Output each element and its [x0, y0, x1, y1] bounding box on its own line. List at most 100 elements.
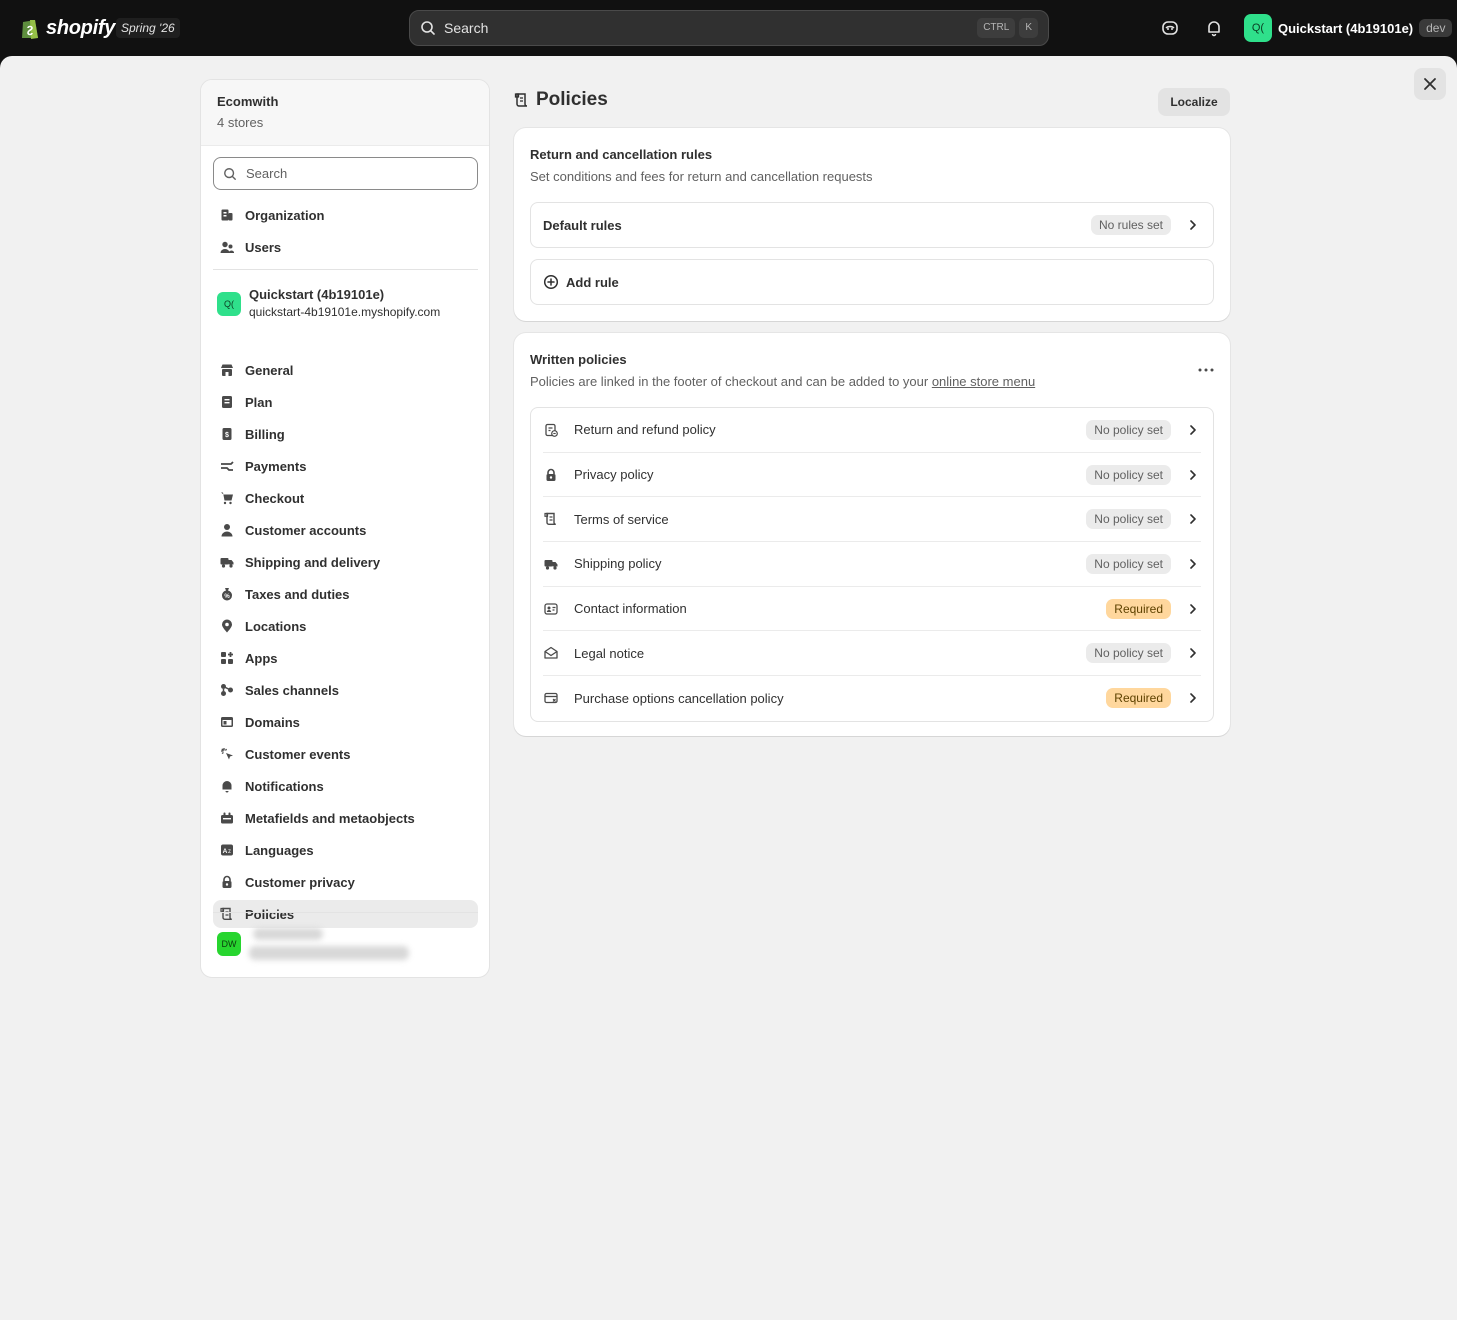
policy-list: Return and refund policy No policy set Pri…: [530, 407, 1214, 722]
organization-header[interactable]: Ecomwith 4 stores: [201, 80, 489, 146]
status-badge: Required: [1106, 598, 1171, 619]
sidebar-item-payments[interactable]: Payments: [213, 452, 478, 480]
sidebar-divider: [213, 912, 478, 913]
ellipsis-icon: [1198, 368, 1214, 372]
sidekick-icon: [1162, 21, 1178, 35]
chevron-right-icon: [1185, 511, 1201, 527]
sidebar-item-label: Users: [245, 239, 282, 255]
sidebar-item-plan[interactable]: Plan: [213, 388, 478, 416]
notifications-button[interactable]: [1202, 16, 1226, 40]
search-placeholder: Search: [246, 166, 288, 181]
users-icon: [219, 239, 235, 255]
policy-row-purchase-options-cancellation-policy[interactable]: Purchase options cancellation policy Requ…: [543, 676, 1201, 721]
person-icon: [219, 522, 235, 538]
policy-row-return-and-refund-policy[interactable]: Return and refund policy No policy set: [543, 408, 1201, 453]
location-icon: [219, 618, 235, 634]
global-search-input[interactable]: Search CTRL K: [409, 10, 1049, 46]
policy-row-terms-of-service[interactable]: Terms of service No policy set: [543, 497, 1201, 543]
env-badge: dev: [1419, 19, 1453, 37]
sidebar-item-languages[interactable]: Az Languages: [213, 836, 478, 864]
redacted-store-info: [249, 928, 409, 960]
sidebar-item-shipping-and-delivery[interactable]: Shipping and delivery: [213, 548, 478, 576]
sidebar-item-sales-channels[interactable]: Sales channels: [213, 676, 478, 704]
policy-label: Privacy policy: [574, 467, 654, 483]
policies-icon: [514, 93, 528, 107]
store-url: quickstart-4b19101e.myshopify.com: [249, 305, 441, 319]
store-avatar: DW: [217, 932, 241, 956]
policy-label: Purchase options cancellation policy: [574, 690, 784, 706]
sidebar-item-users[interactable]: Users: [213, 233, 478, 261]
store-count: 4 stores: [217, 115, 264, 130]
sidebar-item-label: Languages: [245, 842, 314, 858]
status-badge: No policy set: [1086, 464, 1171, 485]
sidebar-item-label: Billing: [245, 426, 285, 442]
status-badge: No policy set: [1086, 509, 1171, 530]
sidebar-item-customer-privacy[interactable]: Customer privacy: [213, 868, 478, 896]
settings-sidebar: Ecomwith 4 stores Search Organization Us…: [200, 79, 490, 978]
close-settings-button[interactable]: [1414, 68, 1446, 100]
more-actions-button[interactable]: [1194, 360, 1218, 380]
add-rule-button[interactable]: Add rule: [530, 259, 1214, 305]
svg-text:%: %: [224, 594, 230, 600]
policies-icon: [543, 511, 559, 527]
localize-button[interactable]: Localize: [1158, 88, 1230, 116]
policy-row-privacy-policy[interactable]: Privacy policy No policy set: [543, 453, 1201, 498]
sidebar-item-notifications[interactable]: Notifications: [213, 772, 478, 800]
store-icon: [219, 362, 235, 378]
language-icon: Az: [219, 842, 235, 858]
sidebar-item-locations[interactable]: Locations: [213, 612, 478, 640]
billing-icon: $: [219, 426, 235, 442]
logo-wordmark: shopify: [46, 16, 116, 39]
policy-label: Legal notice: [574, 645, 645, 661]
truck-icon: [219, 554, 235, 570]
online-store-menu-link[interactable]: online store menu: [932, 374, 1035, 389]
sidebar-item-policies[interactable]: Policies: [213, 900, 478, 928]
status-badge: No rules set: [1090, 215, 1171, 235]
store-avatar: Q(: [1244, 14, 1272, 42]
current-store[interactable]: Q( Quickstart (4b19101e) quickstart-4b19…: [217, 287, 440, 319]
default-rules-row[interactable]: Default rules No rules set: [530, 202, 1214, 248]
sidebar-item-taxes-and-duties[interactable]: % Taxes and duties: [213, 580, 478, 608]
metafields-icon: [219, 810, 235, 826]
policy-label: Terms of service: [574, 511, 669, 527]
shopify-logo[interactable]: shopify: [20, 14, 115, 42]
cart-icon: [219, 490, 235, 506]
sidebar-item-customer-events[interactable]: Customer events: [213, 740, 478, 768]
sidebar-item-customer-accounts[interactable]: Customer accounts: [213, 516, 478, 544]
sidebar-item-checkout[interactable]: Checkout: [213, 484, 478, 512]
policies-icon: [219, 906, 235, 922]
card-title: Written policies: [530, 352, 627, 367]
sidebar-item-organization[interactable]: Organization: [213, 201, 478, 229]
sidebar-item-general[interactable]: General: [213, 356, 478, 384]
policy-row-legal-notice[interactable]: Legal notice No policy set: [543, 631, 1201, 677]
settings-modal: Ecomwith 4 stores Search Organization Us…: [0, 56, 1457, 1320]
status-badge: No policy set: [1086, 643, 1171, 664]
policy-row-shipping-policy[interactable]: Shipping policy No policy set: [543, 542, 1201, 587]
chevron-right-icon: [1185, 556, 1201, 572]
store-switcher[interactable]: Q( Quickstart (4b19101e) dev: [1244, 14, 1453, 42]
organization-name: Ecomwith: [217, 94, 279, 109]
sidebar-item-billing[interactable]: $ Billing: [213, 420, 478, 448]
other-store[interactable]: DW: [217, 928, 409, 960]
events-icon: [219, 746, 235, 762]
chevron-right-icon: [1185, 422, 1201, 438]
domains-icon: [219, 714, 235, 730]
sidebar-item-domains[interactable]: Domains: [213, 708, 478, 736]
plus-circle-icon: [543, 274, 559, 290]
default-rules-label: Default rules: [543, 217, 622, 233]
chevron-right-icon: [1185, 217, 1201, 233]
close-icon: [1424, 78, 1436, 90]
svg-text:$: $: [225, 432, 229, 439]
sidekick-button[interactable]: [1158, 16, 1182, 40]
sidebar-item-metafields-and-metaobjects[interactable]: Metafields and metaobjects: [213, 804, 478, 832]
settings-search-input[interactable]: Search: [213, 157, 478, 190]
search-icon: [224, 167, 236, 180]
sidebar-item-apps[interactable]: Apps: [213, 644, 478, 672]
sidebar-item-label: Checkout: [245, 490, 305, 506]
sidebar-item-label: Customer accounts: [245, 522, 367, 538]
card-description: Policies are linked in the footer of che…: [530, 374, 1036, 389]
bell-icon: [219, 778, 235, 794]
search-placeholder: Search: [444, 20, 489, 36]
policy-row-contact-information[interactable]: Contact information Required: [543, 587, 1201, 632]
store-name: Quickstart (4b19101e): [249, 287, 385, 302]
